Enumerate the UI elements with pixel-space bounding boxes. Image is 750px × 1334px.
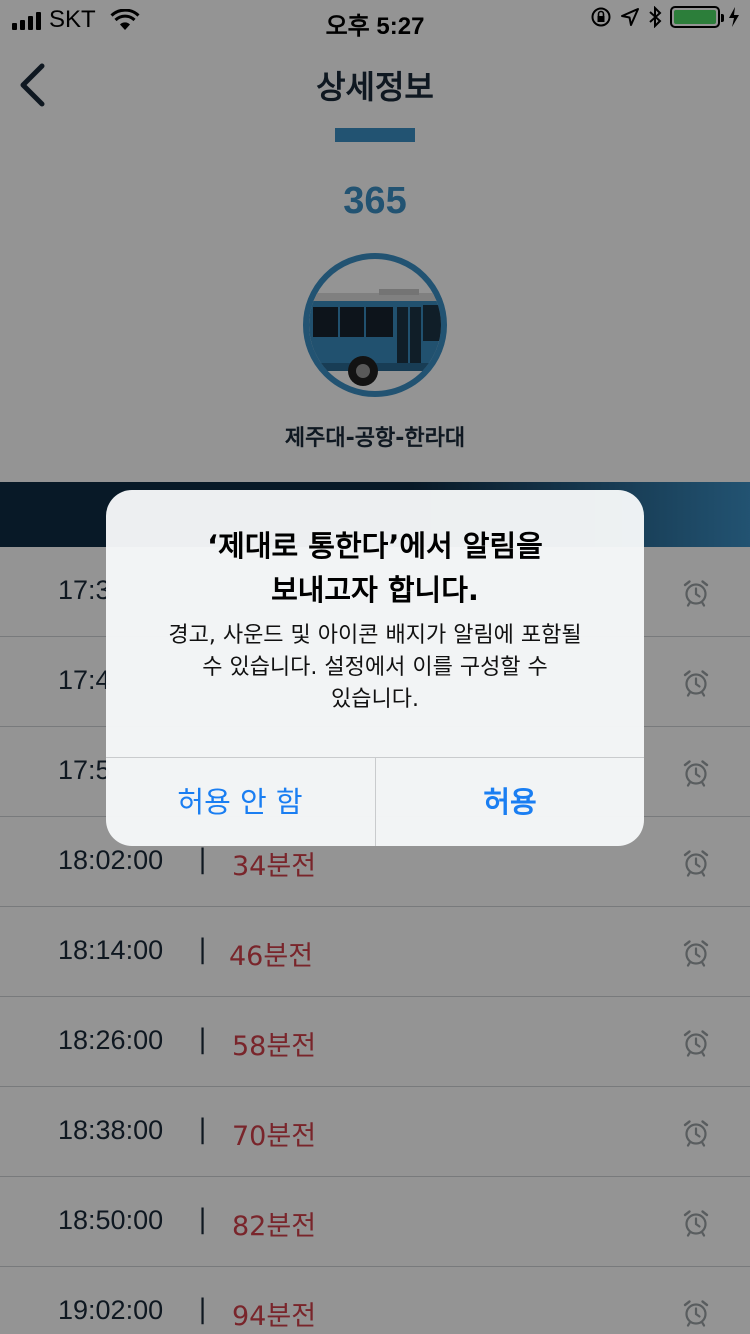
alert-message-line: 있습니다. [331, 687, 419, 712]
allow-button[interactable]: 허용 [376, 758, 644, 846]
notification-permission-alert: ‘제대로 통한다’에서 알림을 보내고자 합니다. 경고, 사운드 및 아이콘 … [106, 490, 644, 846]
alert-title-line: 보내고자 합니다. [271, 573, 479, 607]
alert-title-line: ‘제대로 통한다’에서 알림을 [207, 529, 543, 563]
alert-message: 경고, 사운드 및 아이콘 배지가 알림에 포함될 수 있습니다. 설정에서 이… [136, 620, 614, 716]
alert-title: ‘제대로 통한다’에서 알림을 보내고자 합니다. [106, 524, 644, 612]
alert-message-line: 수 있습니다. 설정에서 이를 구성할 수 [202, 655, 548, 680]
deny-button[interactable]: 허용 안 함 [106, 758, 374, 846]
bus-detail-screen: SKT 오후 5:27 상세정보 365 제주대-공항-한라대 17:3 17:… [0, 0, 750, 1334]
alert-message-line: 경고, 사운드 및 아이콘 배지가 알림에 포함될 [168, 623, 582, 648]
